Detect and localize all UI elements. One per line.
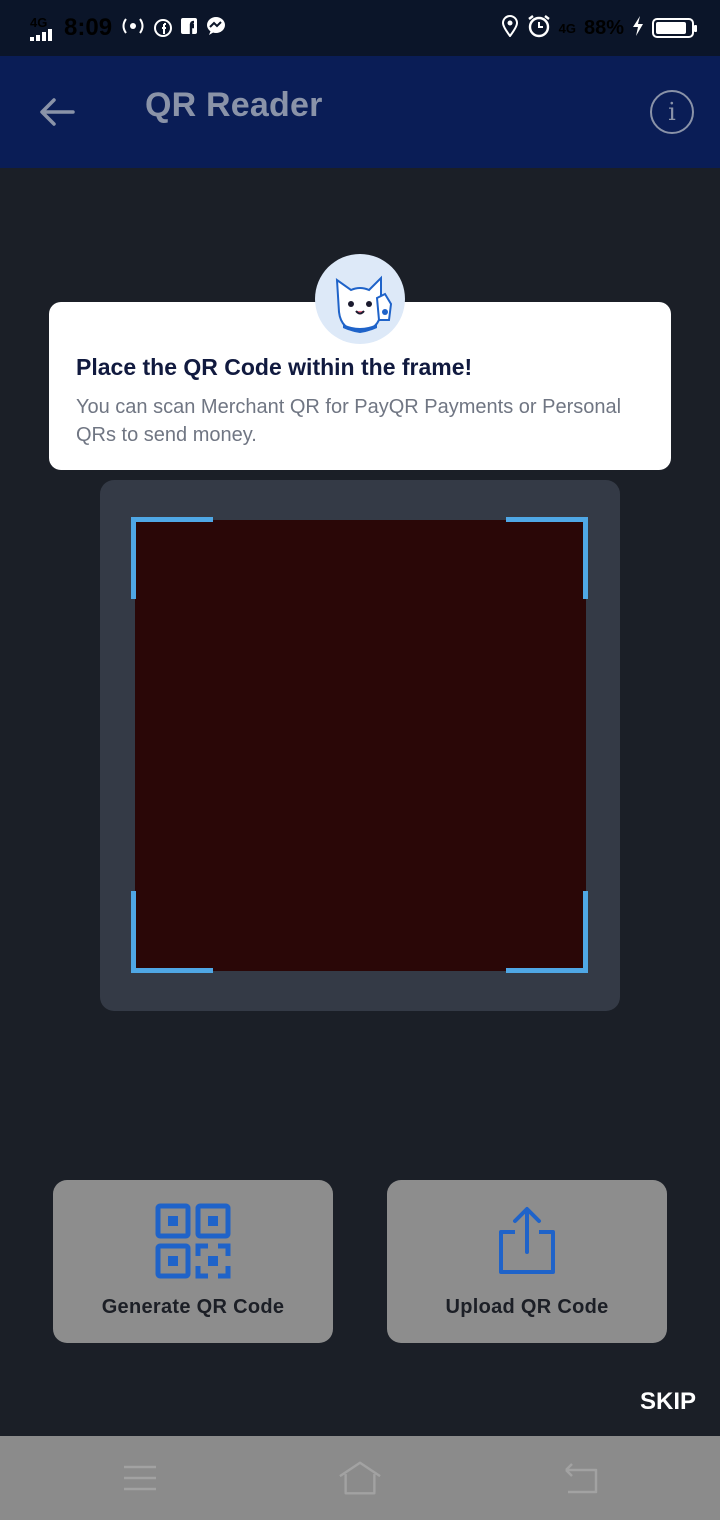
page-title: QR Reader: [145, 86, 323, 124]
share-upload-icon: [495, 1202, 559, 1280]
status-bar-left: 4G 8:09: [30, 10, 226, 46]
network-type-right: 4G: [558, 20, 576, 36]
generate-qr-label: Generate QR Code: [101, 1296, 285, 1318]
alarm-icon: [527, 14, 551, 43]
info-icon: i: [668, 98, 676, 126]
status-bar-right: 4G 88%: [501, 10, 697, 46]
info-button[interactable]: i: [650, 90, 694, 134]
facebook-icon: [154, 19, 173, 37]
status-time: 8:09: [64, 14, 113, 41]
cat-mascot-icon: [315, 254, 405, 344]
charging-icon: [632, 15, 644, 41]
menu-icon[interactable]: [118, 1456, 162, 1500]
signal-icon: 4G: [30, 16, 56, 41]
upload-qr-button[interactable]: Upload QR Code: [387, 1180, 667, 1343]
instruction-text: You can scan Merchant QR for PayQR Payme…: [76, 396, 622, 446]
home-icon[interactable]: [338, 1456, 382, 1500]
battery-percent: 88%: [583, 16, 624, 39]
frame-corner-top-right: [506, 517, 588, 599]
frame-corner-bottom-left: [131, 891, 213, 973]
messenger-icon: [206, 16, 226, 41]
back-button[interactable]: [30, 80, 84, 144]
hotspot-icon: [120, 16, 146, 41]
location-icon: [501, 14, 519, 42]
arrow-left-icon: [40, 98, 75, 126]
facebook-square-icon: [180, 17, 198, 40]
frame-corner-bottom-right: [506, 891, 588, 973]
app-bar: [0, 56, 720, 168]
upload-qr-label: Upload QR Code: [445, 1296, 609, 1318]
skip-button[interactable]: SKIP: [640, 1388, 696, 1416]
frame-corner-top-left: [131, 517, 213, 599]
qr-code-icon: [155, 1202, 231, 1280]
instruction-title: Place the QR Code within the frame!: [76, 354, 473, 380]
battery-icon: [652, 18, 697, 38]
network-type-left: 4G: [30, 14, 48, 30]
back-nav-icon[interactable]: [558, 1456, 602, 1500]
generate-qr-button[interactable]: Generate QR Code: [53, 1180, 333, 1343]
